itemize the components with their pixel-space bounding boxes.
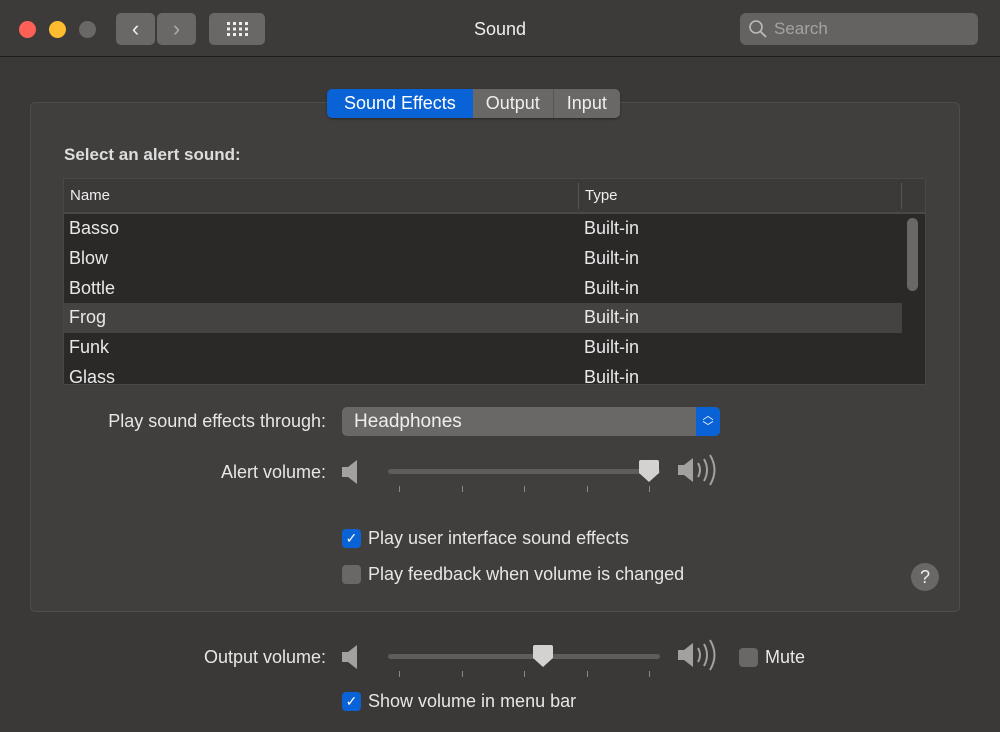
ui-sounds-checkbox[interactable]: ✓ [342,529,361,548]
sound-type: Built-in [584,248,640,269]
chevron-up-down-icon: ︿ ﹀ [696,407,720,436]
speaker-high-icon [678,454,716,486]
table-scrollbar[interactable] [907,218,918,291]
slider-tick [524,486,525,492]
sound-type: Built-in [584,366,640,385]
speaker-high-icon [678,639,716,671]
slider-track [388,654,660,659]
table-row[interactable]: Frog Built-in [64,303,902,333]
tab-input[interactable]: Input [552,89,620,118]
search-field[interactable] [740,13,978,45]
mute-label: Mute [765,647,806,667]
output-volume-label: Output volume: [203,647,326,667]
search-icon [749,20,767,38]
show-volume-menu-bar-checkbox[interactable]: ✓ [342,692,361,711]
tab-sound-effects[interactable]: Sound Effects [327,89,473,118]
sound-type: Built-in [584,277,640,298]
slider-tick [462,486,463,492]
slider-tick [587,486,588,492]
slider-tick [649,671,650,677]
sound-type: Built-in [584,337,640,358]
column-header-type[interactable]: Type [579,182,902,209]
table-row[interactable]: Basso Built-in [64,214,902,244]
slider-tick [649,486,650,492]
alert-volume-slider[interactable] [340,454,730,492]
alert-volume-label: Alert volume: [220,462,326,482]
play-through-value: Headphones [354,411,462,432]
help-button[interactable]: ? [911,563,939,591]
feedback-label: Play feedback when volume is changed [368,564,685,584]
feedback-checkbox[interactable] [342,565,361,584]
table-header: Name Type [64,179,925,214]
slider-tick [587,671,588,677]
slider-tick [524,671,525,677]
sound-name: Bottle [69,277,116,298]
slider-knob[interactable] [638,459,660,483]
ui-sounds-label: Play user interface sound effects [368,528,629,548]
sound-type: Built-in [584,307,640,328]
alert-sound-table[interactable]: Name Type Basso Built-in Blow Built-in Bottl… [63,178,926,385]
slider-knob[interactable] [532,644,554,668]
sound-name: Blow [69,248,109,269]
sound-type: Built-in [584,218,640,239]
column-header-name[interactable]: Name [64,182,579,209]
speaker-low-icon [342,645,357,669]
sound-name: Glass [69,366,116,385]
sound-name: Basso [69,218,120,239]
mute-checkbox[interactable] [739,648,758,667]
sound-name: Funk [69,337,110,358]
search-input[interactable] [774,19,964,39]
play-through-label: Play sound effects through: [108,411,326,431]
tab-bar: Sound Effects Output Input [327,89,620,118]
slider-tick [399,486,400,492]
speaker-low-icon [342,460,357,484]
play-through-select[interactable]: Headphones ︿ ﹀ [342,407,720,436]
table-row[interactable]: Glass Built-in [64,362,902,385]
tab-output[interactable]: Output [472,89,553,118]
table-row[interactable]: Blow Built-in [64,244,902,274]
show-volume-menu-bar-label: Show volume in menu bar [368,691,577,711]
table-row[interactable]: Bottle Built-in [64,273,902,303]
alert-sound-heading: Select an alert sound: [64,145,241,164]
slider-tick [399,671,400,677]
table-row[interactable]: Funk Built-in [64,333,902,363]
output-volume-slider[interactable] [340,639,730,677]
slider-tick [462,671,463,677]
sound-name: Frog [69,307,107,328]
slider-track [388,469,660,474]
